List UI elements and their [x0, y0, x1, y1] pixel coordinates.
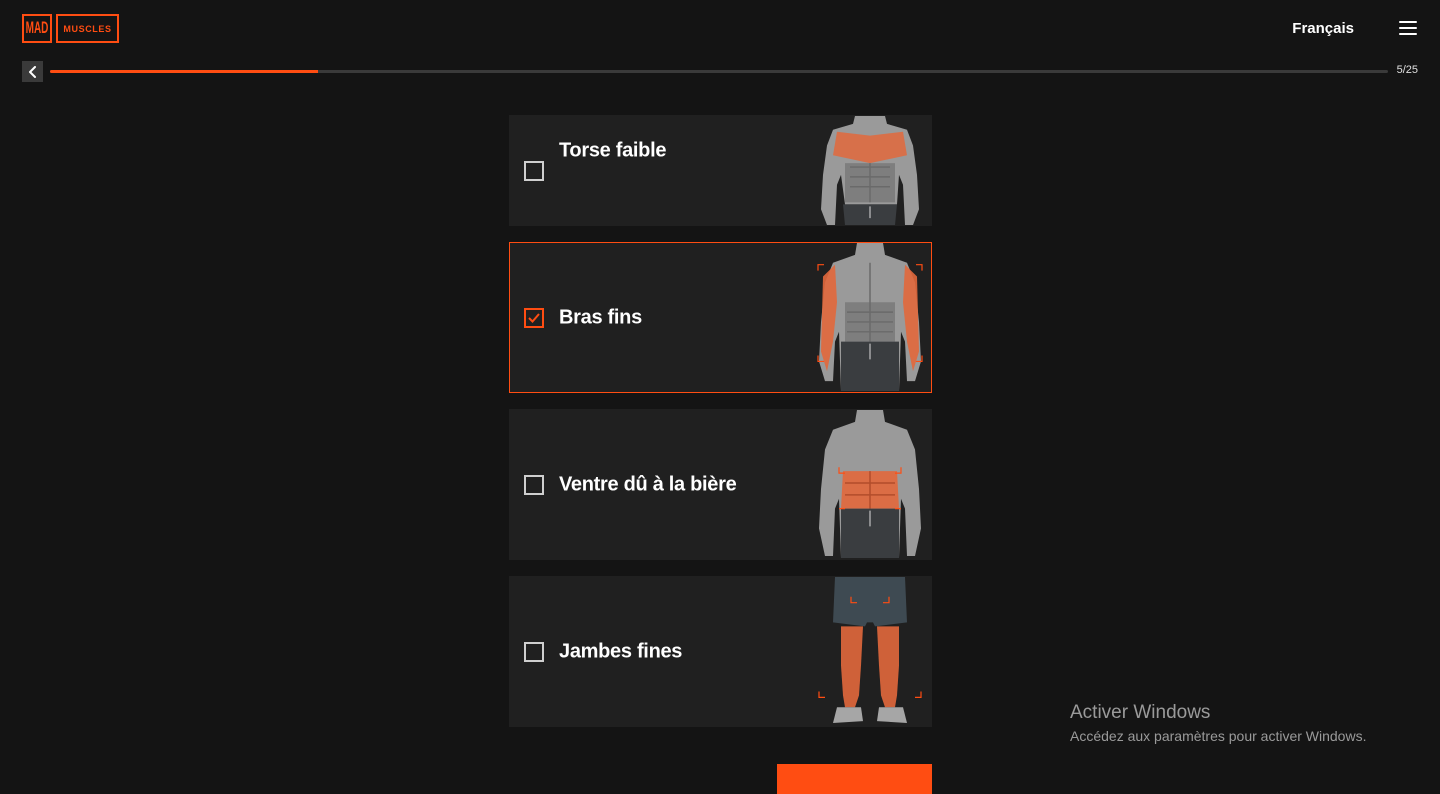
chevron-left-icon — [28, 65, 36, 78]
checkbox[interactable] — [524, 474, 544, 495]
progress-bar-fill — [50, 70, 318, 73]
option-thin-legs[interactable]: Jambes fines — [509, 576, 932, 727]
body-figure-legs-image — [818, 577, 922, 724]
language-selector[interactable]: Français — [1292, 20, 1354, 37]
body-figure-chest-image — [821, 116, 919, 225]
option-label: Ventre dû à la bière — [559, 473, 737, 495]
progress-row: 5/25 — [0, 60, 1440, 84]
progress-bar — [50, 70, 1388, 73]
progress-counter: 5/25 — [1396, 64, 1418, 76]
option-list: Torse faible Bras fins Ventre dû à la bi… — [509, 115, 932, 743]
option-weak-chest[interactable]: Torse faible — [509, 115, 932, 226]
header: MAD MUSCLES Français — [0, 0, 1440, 56]
watermark-title: Activer Windows — [1070, 702, 1211, 723]
hamburger-icon[interactable] — [1399, 21, 1417, 35]
option-label: Bras fins — [559, 306, 642, 328]
logo-mad-mark: MAD — [22, 14, 52, 43]
option-thin-arms[interactable]: Bras fins — [509, 242, 932, 393]
checkbox[interactable] — [524, 641, 544, 662]
option-label: Torse faible — [559, 139, 667, 162]
checkbox[interactable] — [524, 160, 544, 181]
back-button[interactable] — [22, 61, 43, 82]
logo-muscles-wordmark: MUSCLES — [56, 14, 119, 43]
mad-muscles-logo[interactable]: MAD MUSCLES — [22, 14, 119, 43]
checkbox[interactable] — [524, 307, 544, 328]
body-figure-belly-image — [819, 410, 921, 559]
continue-button[interactable] — [777, 764, 932, 794]
option-label: Jambes fines — [559, 640, 683, 662]
windows-activation-watermark: Activer Windows Accédez aux paramètres p… — [1070, 702, 1366, 744]
body-figure-arms-image — [817, 243, 923, 392]
option-beer-belly[interactable]: Ventre dû à la bière — [509, 409, 932, 560]
checkmark-icon — [528, 312, 540, 323]
watermark-subtitle: Accédez aux paramètres pour activer Wind… — [1070, 728, 1367, 744]
